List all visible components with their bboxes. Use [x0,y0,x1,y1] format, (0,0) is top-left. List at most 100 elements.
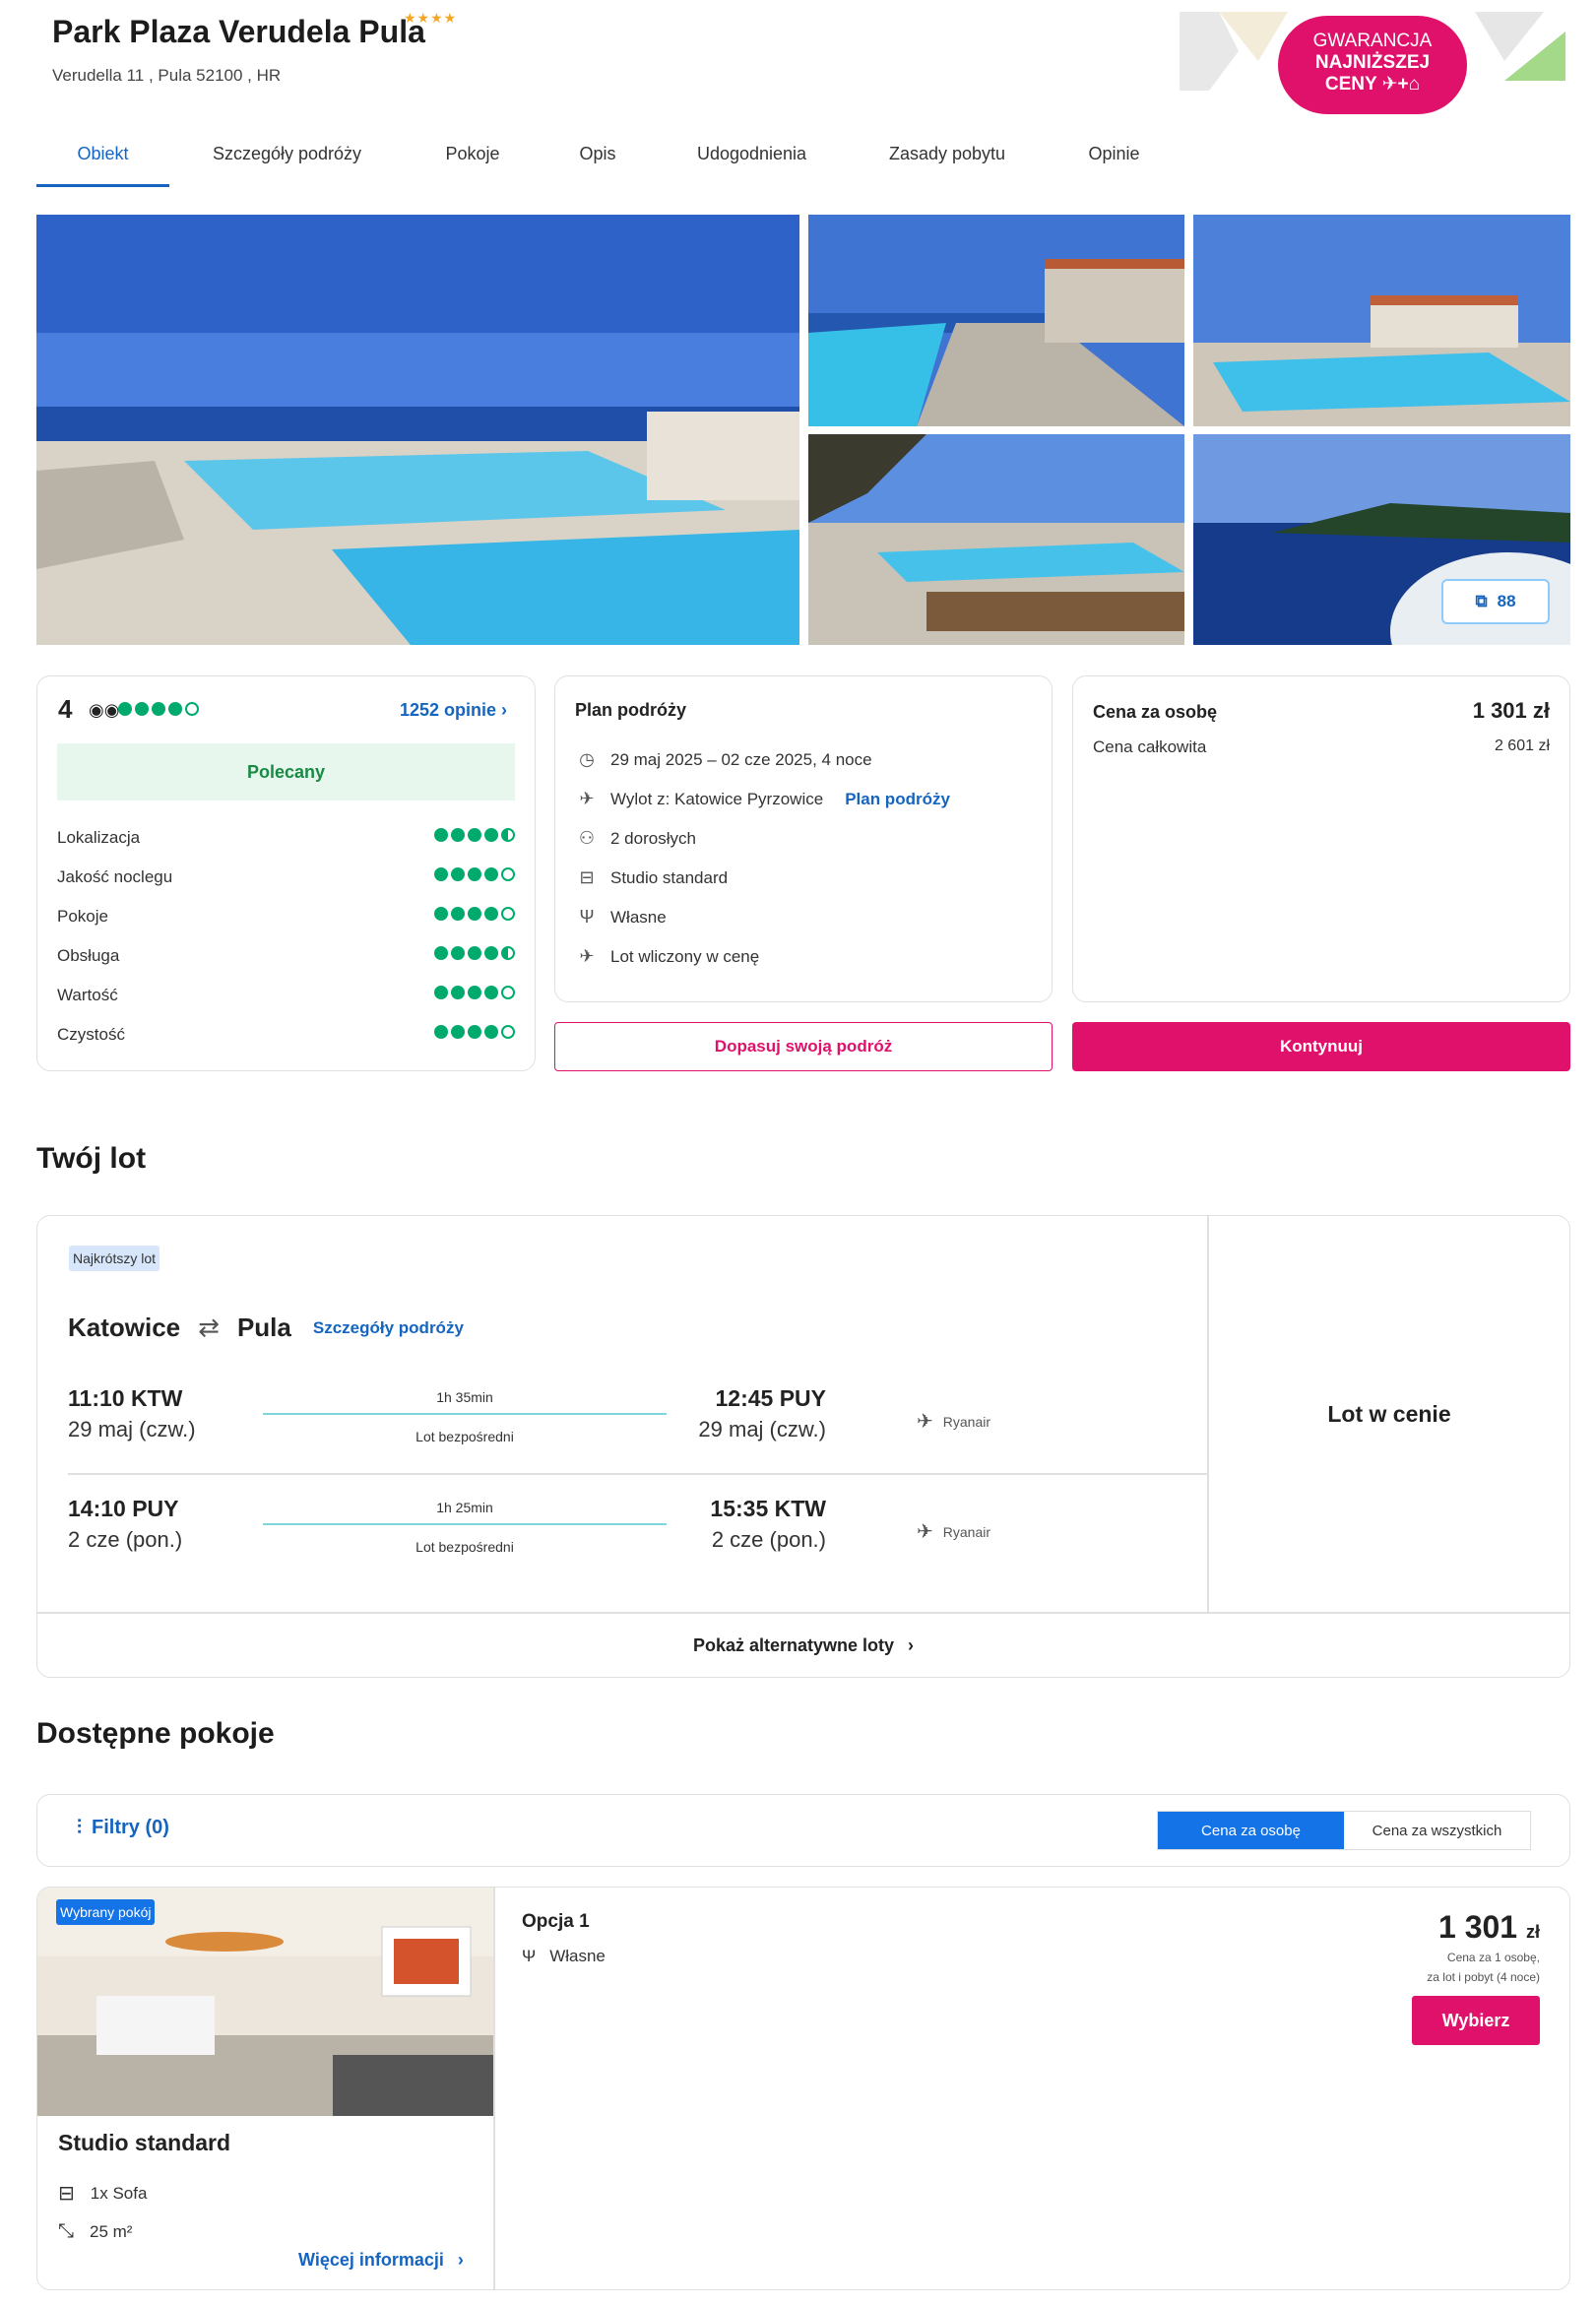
chevron-right-icon: › [457,2250,464,2270]
plan-room-row: ⊟ Studio standard [575,867,728,888]
flight-leg-return: 14:10 PUY 2 cze (pon.) 1h 25min Lot bezp… [68,1496,1200,1574]
rating-dot [484,867,498,881]
rating-dot [468,907,481,921]
calendar-icon: ◷ [579,749,595,769]
leg-type: Lot bezpośredni [415,1539,514,1555]
room-name: Studio standard [58,2130,231,2155]
rating-score: 4 [58,694,73,724]
room-bed: ⊟ 1x Sofa [58,2183,148,2205]
leg-arr-time: 15:35 KTW [710,1496,826,1521]
flight-section-title: Twój lot [36,1142,147,1175]
tab-obiekt[interactable]: Obiekt [36,136,169,187]
rating-dot [185,702,199,716]
leg-airline: ✈ Ryanair [917,1411,991,1433]
rating-dot [434,946,448,960]
rating-dot [501,1025,515,1039]
alternative-flights-button[interactable]: Pokaż alternatywne loty › [37,1612,1569,1679]
price-total-value: 2 601 zł [1494,737,1550,754]
option-meal: Ψ Własne [522,1947,606,1965]
flight-leg-outbound: 11:10 KTW 29 maj (czw.) 1h 35min Lot bez… [68,1385,1200,1464]
plan-meal-row: Ψ Własne [575,907,666,928]
leg-line [263,1523,667,1525]
option-title: Opcja 1 [522,1911,590,1932]
toggle-for-all[interactable]: Cena za wszystkich [1344,1812,1530,1849]
rating-dot [152,702,165,716]
tab-opinie[interactable]: Opinie [1046,136,1182,187]
tab-pokoje[interactable]: Pokoje [405,136,541,187]
plane-takeoff-icon: ✈ [579,789,595,808]
rating-dot [118,702,132,716]
leg-dep-date: 2 cze (pon.) [68,1527,183,1552]
leg-dep-time: 14:10 PUY [68,1496,179,1521]
rating-dot [434,986,448,999]
room-divider [493,1888,495,2289]
tab-zasady-pobytu[interactable]: Zasady pobytu [849,136,1046,187]
flight-details-link[interactable]: Szczegóły podróży [313,1318,464,1338]
flight-route: Katowice ⇄ Pula Szczegóły podróży [68,1313,464,1343]
leg-duration: 1h 25min [436,1500,493,1515]
cutlery-icon: Ψ [579,907,595,927]
room-price-note-2: za lot i pobyt (4 noce) [1427,1970,1540,1984]
area-icon: ⤡ [58,2220,74,2242]
rating-dot [468,1025,481,1039]
criterion-dots [434,907,515,927]
price-total-label: Cena całkowita [1093,737,1207,756]
route-to: Pula [236,1313,291,1342]
room-price: 1 301 zł [1438,1909,1540,1945]
toggle-per-person[interactable]: Cena za osobę [1158,1812,1344,1849]
criterion-row: Wartość [57,986,515,1005]
rating-dot [468,986,481,999]
gallery-photo-1[interactable] [808,215,1184,426]
room-card: Wybrany pokój Studio standard ⊟ 1x Sofa ⤡… [36,1887,1570,2290]
rating-dot [434,867,448,881]
gallery-count: 88 [1497,592,1516,610]
criterion-dots [434,828,515,848]
price-mode-toggle: Cena za osobę Cena za wszystkich [1157,1811,1531,1850]
tab-opis[interactable]: Opis [541,136,655,187]
gallery-photo-3[interactable] [808,434,1184,645]
guarantee-line-3: CENY ✈+⌂ [1324,74,1421,95]
leg-arr-time: 12:45 PUY [715,1385,826,1411]
rating-dot [484,828,498,842]
criterion-dots [434,867,515,887]
rating-dot [135,702,149,716]
choose-room-button[interactable]: Wybierz [1412,1996,1540,2045]
plane-icon: ✈ [917,1411,933,1433]
price-per-person-value: 1 301 zł [1472,698,1550,723]
flight-card: Najkrótszy lot Katowice ⇄ Pula Szczegóły… [36,1215,1570,1678]
rating-dot [468,828,481,842]
plan-guests-row: ⚇ 2 dorosłych [575,828,696,849]
tab-udogodnienia[interactable]: Udogodnienia [655,136,849,187]
rating-dot [484,946,498,960]
criterion-row: Pokoje [57,907,515,927]
continue-button[interactable]: Kontynuuj [1072,1022,1570,1071]
more-info-link[interactable]: Więcej informacji › [298,2250,464,2271]
flight-price-note: Lot w cenie [1327,1400,1451,1427]
guarantee-badge[interactable]: GWARANCJA NAJNIŻSZEJ CENY ✈+⌂ [1278,16,1467,114]
rating-dot [451,867,465,881]
tab-szczegoly-podrozy[interactable]: Szczegóły podróży [169,136,405,187]
filters-button[interactable]: ⫶ Filtry (0) [77,1817,169,1839]
leg-dep-time: 11:10 KTW [68,1385,183,1411]
photos-icon: ⧉ [1475,592,1488,610]
criterion-row: Czystość [57,1025,515,1045]
recommended-badge: Polecany [57,743,515,801]
customize-trip-button[interactable]: Dopasuj swoją podróż [554,1022,1053,1071]
reviews-link[interactable]: 1252 opinie › [400,700,507,721]
plane-icon: ✈ [579,946,595,966]
bed-icon: ⊟ [58,2183,75,2205]
gallery-count-button[interactable]: ⧉ 88 [1441,579,1550,624]
room-area: ⤡ 25 m² [58,2220,133,2242]
rating-card: 4 ◉◉ 1252 opinie › Polecany Lokalizacja … [36,675,536,1071]
tripadvisor-icon: ◉◉ [89,700,120,720]
gallery-main-photo[interactable] [36,215,799,645]
plan-flight-row: ✈ Lot wliczony w cenę [575,946,759,967]
room-photo[interactable]: Wybrany pokój [37,1888,493,2116]
hotel-tabs: Obiekt Szczegóły podróży Pokoje Opis Udo… [36,136,1570,187]
rating-dot [451,986,465,999]
criterion-row: Jakość noclegu [57,867,515,887]
plan-link[interactable]: Plan podróży [845,790,950,809]
leg-dep-date: 29 maj (czw.) [68,1417,196,1441]
gallery-photo-2[interactable] [1193,215,1570,426]
swap-arrows-icon: ⇄ [198,1313,220,1342]
